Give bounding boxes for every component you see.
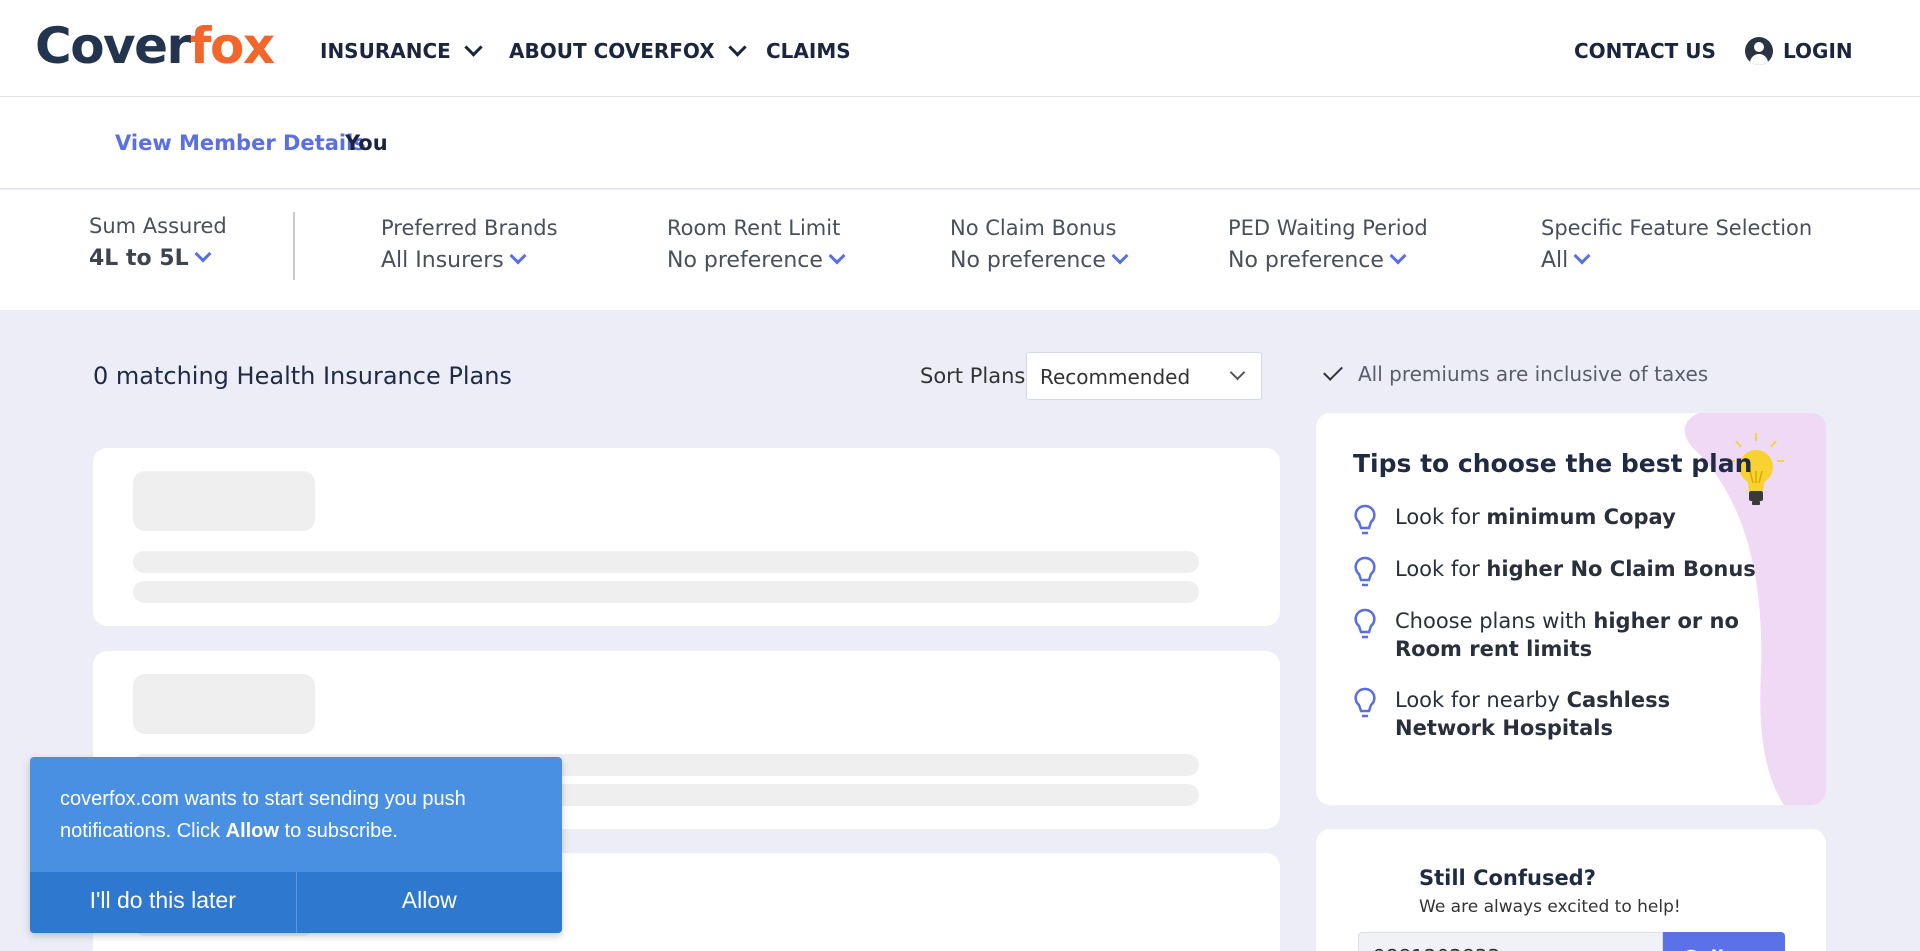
filter-value-text: All Insurers — [381, 248, 504, 273]
user-avatar-icon — [1745, 37, 1773, 65]
skeleton-line — [133, 581, 1199, 603]
sort-plans-dropdown[interactable]: Recommended — [1026, 352, 1262, 400]
nav-contact-label: CONTACT US — [1574, 39, 1716, 63]
skeleton-block — [133, 674, 315, 734]
filter-value: No preference — [1228, 247, 1428, 273]
chevron-down-icon — [464, 37, 483, 57]
push-message-post: to subscribe. — [278, 820, 398, 842]
nav-claims-link[interactable]: CLAIMS — [766, 39, 851, 63]
nav-claims-label: CLAIMS — [766, 39, 851, 63]
nav-insurance-menu[interactable]: INSURANCE — [320, 37, 483, 63]
filter-label: No Claim Bonus — [950, 216, 1117, 240]
filter-value: No preference — [667, 247, 846, 273]
filter-label: Preferred Brands — [381, 216, 558, 240]
tip-text: Look for nearby Cashless Network Hospita… — [1395, 686, 1773, 742]
filter-no-claim-bonus[interactable]: No Claim Bonus No preference — [950, 216, 1129, 273]
plan-card-skeleton — [93, 448, 1280, 626]
login-label: LOGIN — [1783, 39, 1853, 63]
filter-bar: Sum Assured 4L to 5L Preferred Brands Al… — [0, 190, 1920, 310]
tax-note: All premiums are inclusive of taxes — [1322, 361, 1709, 386]
filter-label: Room Rent Limit — [667, 216, 841, 240]
tip-text-bold: higher No Claim Bonus — [1486, 557, 1756, 581]
push-allow-button[interactable]: Allow — [297, 872, 563, 933]
tip-text-pre: Choose plans with — [1395, 609, 1594, 633]
filter-specific-feature[interactable]: Specific Feature Selection All — [1541, 216, 1812, 273]
tip-item: Choose plans with higher or no Room rent… — [1353, 607, 1773, 663]
tip-item: Look for minimum Copay — [1353, 503, 1773, 539]
chevron-down-icon — [1573, 247, 1591, 264]
filter-value-text: No preference — [1228, 248, 1384, 273]
filter-value-text: No preference — [667, 248, 823, 273]
chevron-down-icon — [194, 245, 212, 262]
chevron-down-icon — [727, 37, 747, 57]
chevron-down-icon — [1229, 364, 1246, 381]
help-subtitle: We are always excited to help! — [1419, 897, 1681, 917]
tax-note-text: All premiums are inclusive of taxes — [1358, 362, 1709, 386]
tip-bulb-icon — [1354, 687, 1376, 718]
nav-about-menu[interactable]: ABOUT COVERFOX — [509, 37, 747, 63]
tip-bulb-icon — [1354, 608, 1376, 639]
chevron-down-icon — [1389, 247, 1407, 264]
filter-value: No preference — [950, 247, 1129, 273]
help-card: Still Confused? We are always excited to… — [1316, 829, 1826, 951]
tip-text-bold: minimum Copay — [1486, 505, 1676, 529]
tip-item: Look for higher No Claim Bonus — [1353, 555, 1773, 591]
tip-text: Choose plans with higher or no Room rent… — [1395, 607, 1773, 663]
call-me-button[interactable]: Call me — [1663, 932, 1785, 951]
logo-part-1: Cover — [35, 17, 191, 75]
login-button[interactable]: LOGIN — [1745, 37, 1853, 65]
sort-label: Sort Plans — [920, 364, 1026, 388]
chevron-down-icon — [828, 247, 846, 264]
nav-contact-link[interactable]: CONTACT US — [1574, 39, 1716, 63]
tip-text-pre: Look for nearby — [1395, 688, 1567, 712]
tips-title: Tips to choose the best plan — [1353, 449, 1753, 478]
view-member-details-link[interactable]: View Member Details — [115, 131, 366, 155]
filter-label: PED Waiting Period — [1228, 216, 1428, 240]
coverfox-logo[interactable]: Coverfox — [35, 17, 275, 75]
results-count: 0 matching Health Insurance Plans — [93, 362, 512, 390]
chevron-down-icon — [1111, 247, 1129, 264]
tip-text: Look for higher No Claim Bonus — [1395, 555, 1756, 591]
skeleton-line — [133, 551, 1199, 573]
filter-value: All — [1541, 247, 1812, 273]
filter-value-text: No preference — [950, 248, 1106, 273]
nav-about-label: ABOUT COVERFOX — [509, 39, 715, 63]
help-title: Still Confused? — [1419, 866, 1596, 890]
push-message: coverfox.com wants to start sending you … — [60, 783, 520, 847]
tips-card: Tips to choose the best plan Look for mi… — [1316, 413, 1826, 805]
push-later-button[interactable]: I'll do this later — [30, 872, 297, 933]
filter-value: 4L to 5L — [89, 245, 227, 271]
filter-divider — [293, 212, 295, 280]
chevron-down-icon — [509, 247, 527, 264]
tip-text: Look for minimum Copay — [1395, 503, 1676, 539]
filter-label: Specific Feature Selection — [1541, 216, 1813, 240]
filter-value-text: All — [1541, 248, 1569, 273]
skeleton-block — [133, 471, 315, 531]
filter-room-rent-limit[interactable]: Room Rent Limit No preference — [667, 216, 846, 273]
push-message-bold: Allow — [225, 820, 279, 842]
sort-selected-value: Recommended — [1040, 365, 1191, 389]
filter-label: Sum Assured — [89, 214, 227, 238]
filter-sum-assured[interactable]: Sum Assured 4L to 5L — [89, 214, 227, 271]
tip-item: Look for nearby Cashless Network Hospita… — [1353, 686, 1773, 742]
filter-ped-waiting-period[interactable]: PED Waiting Period No preference — [1228, 216, 1428, 273]
filter-value: All Insurers — [381, 247, 558, 273]
check-icon — [1323, 361, 1343, 381]
tip-text-pre: Look for — [1395, 505, 1487, 529]
member-name: You — [345, 131, 388, 155]
logo-part-2: fox — [189, 17, 275, 75]
member-bar: View Member Details You — [0, 97, 1920, 189]
nav-insurance-label: INSURANCE — [320, 39, 451, 63]
phone-number-input[interactable]: 9881202833 — [1358, 932, 1663, 951]
tip-bulb-icon — [1354, 504, 1376, 535]
filter-value-text: 4L to 5L — [89, 246, 189, 271]
tip-text-pre: Look for — [1395, 557, 1487, 581]
push-notification-prompt: coverfox.com wants to start sending you … — [30, 757, 562, 933]
push-buttons: I'll do this later Allow — [30, 872, 562, 933]
top-navigation: Coverfox INSURANCE ABOUT COVERFOX CLAIMS… — [0, 0, 1920, 97]
tip-bulb-icon — [1354, 556, 1376, 587]
filter-preferred-brands[interactable]: Preferred Brands All Insurers — [381, 216, 558, 273]
